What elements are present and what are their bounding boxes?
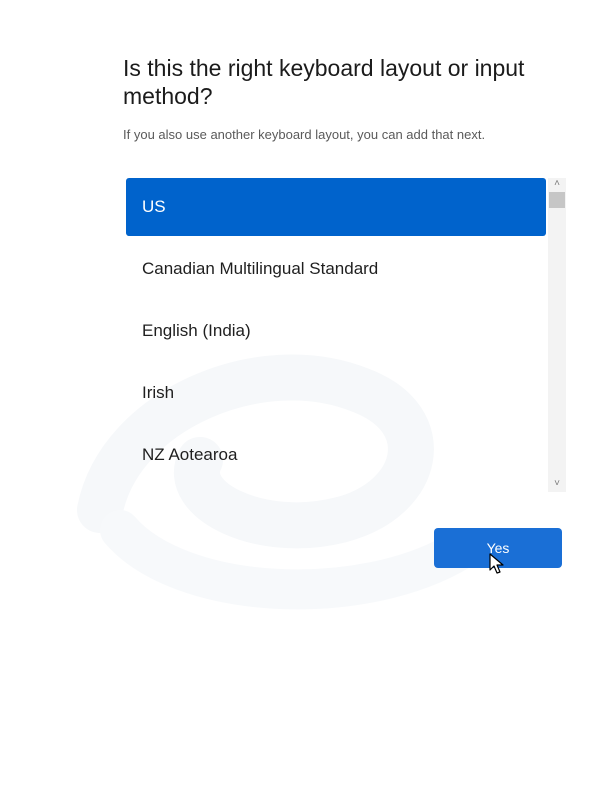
list-item-canadian-multilingual-standard[interactable]: Canadian Multilingual Standard (126, 240, 546, 298)
list-item-label: English (India) (142, 321, 251, 340)
page-subtitle: If you also use another keyboard layout,… (123, 127, 486, 142)
list-item-english-india[interactable]: English (India) (126, 302, 546, 360)
scroll-thumb[interactable] (549, 192, 565, 208)
list-item-label: US (142, 197, 166, 216)
list-item-nz-aotearoa[interactable]: NZ Aotearoa (126, 426, 546, 484)
list-scrollbar[interactable]: ˄ ˅ (548, 178, 566, 492)
scroll-down-arrow-icon[interactable]: ˅ (548, 478, 566, 490)
yes-button[interactable]: Yes (434, 528, 562, 568)
list-item-us[interactable]: US (126, 178, 546, 236)
keyboard-layout-list[interactable]: US Canadian Multilingual Standard Englis… (124, 178, 548, 492)
keyboard-layout-list-container: US Canadian Multilingual Standard Englis… (124, 178, 566, 492)
list-item-irish[interactable]: Irish (126, 364, 546, 422)
oobe-keyboard-page: Is this the right keyboard layout or inp… (0, 0, 600, 800)
scroll-up-arrow-icon[interactable]: ˄ (548, 178, 566, 190)
list-item-label: NZ Aotearoa (142, 445, 238, 464)
list-item-label: Canadian Multilingual Standard (142, 259, 379, 278)
page-title: Is this the right keyboard layout or inp… (123, 55, 525, 109)
list-item-label: Irish (142, 383, 175, 402)
